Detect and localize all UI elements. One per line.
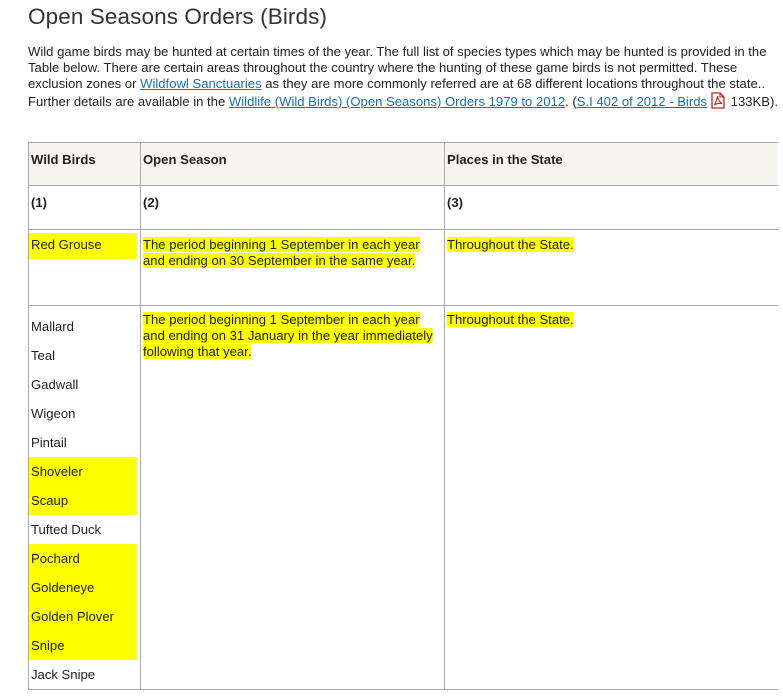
page: Open Seasons Orders (Birds) Wild game bi…	[0, 0, 783, 699]
wildfowl-sanctuaries-link[interactable]: Wildfowl Sanctuaries	[140, 76, 262, 91]
bird-list-item: Goldeneye	[29, 573, 137, 602]
column-number-3: (3)	[444, 185, 778, 230]
bird-list-item: Mallard	[31, 319, 74, 334]
table-row: Red Grouse The period beginning 1 Septem…	[28, 229, 778, 306]
wildlife-orders-link[interactable]: Wildlife (Wild Birds) (Open Seasons) Ord…	[229, 94, 565, 109]
table-row: Mallard Teal Gadwall Wigeon Pintail Shoveler S…	[28, 305, 778, 690]
bird-list-cell: Mallard Teal Gadwall Wigeon Pintail Shoveler S…	[28, 305, 141, 690]
bird-name: Red Grouse	[29, 233, 137, 259]
open-seasons-table-container: Wild Birds Open Season Places in the Sta…	[28, 142, 778, 699]
places-text: Throughout the State.	[447, 237, 574, 252]
places-text: Throughout the State.	[447, 312, 574, 327]
bird-list-item: Teal	[31, 348, 56, 363]
bird-list-item: Gadwall	[31, 377, 79, 392]
bird-list-item: Scaup	[29, 486, 137, 515]
page-title: Open Seasons Orders (Birds)	[28, 4, 328, 29]
header-wild-birds: Wild Birds	[28, 142, 141, 186]
column-number-row: (1) (2) (3)	[28, 185, 778, 230]
bird-list-item: Shoveler	[29, 457, 137, 486]
season-cell: The period beginning 1 September in each…	[140, 229, 445, 306]
places-cell: Throughout the State.	[444, 229, 778, 306]
intro-text-3: . (	[565, 94, 577, 109]
bird-list-item: Wigeon	[31, 406, 76, 421]
header-places: Places in the State	[444, 142, 778, 186]
pdf-file-icon[interactable]	[711, 92, 725, 109]
places-cell: Throughout the State.	[444, 305, 778, 690]
bird-list-item: Pochard	[29, 544, 137, 573]
bird-cell: Red Grouse	[28, 229, 141, 306]
intro-text-4: 133KB).	[727, 94, 778, 109]
bird-list-item: Tufted Duck	[31, 522, 102, 537]
bird-list-item: Snipe	[29, 631, 137, 660]
table-header-row: Wild Birds Open Season Places in the Sta…	[28, 142, 778, 186]
bird-list-item: Pintail	[31, 435, 67, 450]
header-open-season: Open Season	[140, 142, 445, 186]
column-number-2: (2)	[140, 185, 445, 230]
si-402-birds-link[interactable]: S.I 402 of 2012 - Birds	[577, 94, 707, 109]
season-cell: The period beginning 1 September in each…	[140, 305, 445, 690]
season-text: The period beginning 1 September in each…	[143, 312, 433, 359]
bird-list-item: Jack Snipe	[31, 667, 96, 682]
column-number-1: (1)	[28, 185, 141, 230]
intro-paragraph: Wild game birds may be hunted at certain…	[28, 44, 780, 110]
season-text: The period beginning 1 September in each…	[143, 237, 420, 268]
bird-list: Mallard Teal Gadwall Wigeon Pintail Shoveler S…	[29, 312, 140, 689]
bird-list-item: Golden Plover	[29, 602, 137, 631]
open-seasons-table: Wild Birds Open Season Places in the Sta…	[28, 142, 778, 690]
